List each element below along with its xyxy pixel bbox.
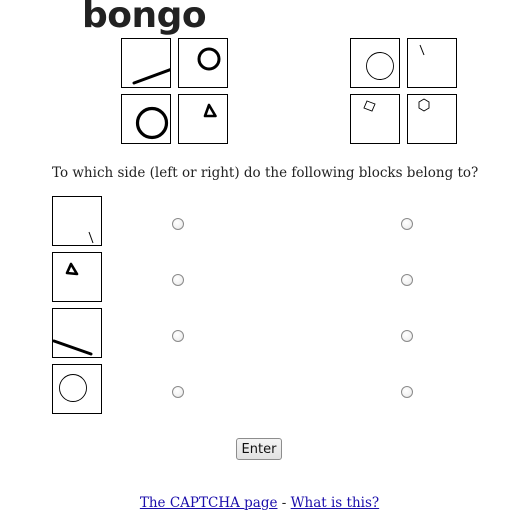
thick-line-icon — [53, 339, 93, 356]
test-block-line — [52, 308, 102, 358]
large-thick-ring-icon — [135, 106, 169, 140]
row-3-left-radio[interactable] — [172, 330, 184, 342]
test-block-line — [52, 196, 102, 246]
row-4-right-radio[interactable] — [401, 386, 413, 398]
thin-line-icon — [419, 44, 425, 56]
captcha-page-link[interactable]: The CAPTCHA page — [140, 495, 278, 511]
thin-square-icon — [363, 100, 376, 112]
right-example-block-hexagon — [407, 94, 457, 144]
right-example-block-line — [407, 38, 457, 88]
row-2-left-radio[interactable] — [172, 274, 184, 286]
footer: The CAPTCHA page - What is this? — [0, 494, 519, 512]
left-example-block-line — [121, 38, 171, 88]
test-block-triangle — [52, 252, 102, 302]
thick-ring-icon — [197, 47, 221, 71]
row-1-right-radio[interactable] — [401, 218, 413, 230]
row-2-right-radio[interactable] — [401, 274, 413, 286]
row-3-right-radio[interactable] — [401, 330, 413, 342]
thin-circle-icon — [59, 374, 87, 402]
left-example-block-triangle — [178, 94, 228, 144]
thick-triangle-icon — [65, 262, 79, 276]
question-text: To which side (left or right) do the fol… — [52, 165, 479, 181]
enter-button[interactable]: Enter — [236, 438, 282, 460]
right-example-block-square — [350, 94, 400, 144]
test-block-circle — [52, 364, 102, 414]
row-4-left-radio[interactable] — [172, 386, 184, 398]
row-1-left-radio[interactable] — [172, 218, 184, 230]
right-example-block-circle — [350, 38, 400, 88]
left-example-block-ring — [178, 38, 228, 88]
thick-triangle-icon — [203, 103, 217, 118]
footer-separator: - — [277, 495, 291, 511]
left-example-block-ring — [121, 94, 171, 144]
bongo-logo: bongo — [82, 0, 207, 36]
thin-line-icon — [88, 231, 94, 244]
thick-line-icon — [132, 68, 170, 85]
thin-hexagon-icon — [418, 98, 430, 112]
thin-circle-icon — [366, 52, 394, 80]
what-is-this-link[interactable]: What is this? — [291, 495, 379, 511]
